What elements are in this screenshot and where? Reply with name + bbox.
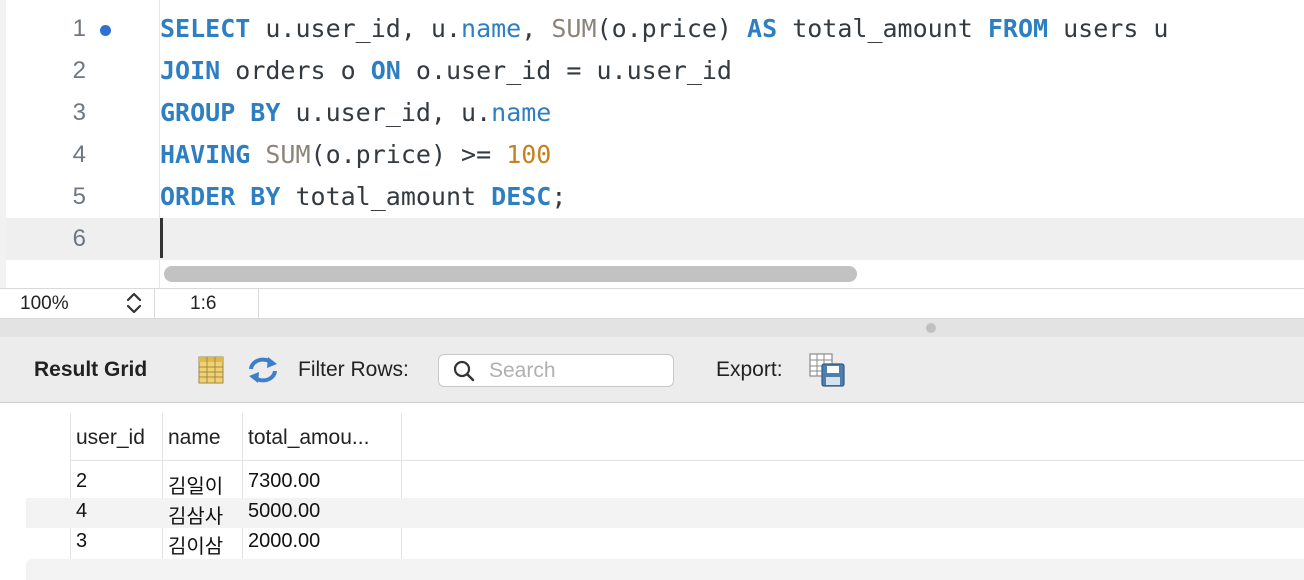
line-number: 5 [72,183,86,210]
code-text[interactable]: JOIN orders o ON o.user_id = u.user_id [160,50,732,92]
editor-line[interactable]: 2 JOIN orders o ON o.user_id = u.user_id [6,50,1304,92]
editor-status-bar: 100% 1:6 [0,288,1304,319]
code-token: ON [370,56,401,85]
editor-line[interactable]: 6 [6,218,1304,260]
code-token: GROUP BY [160,98,281,127]
code-token: SUM [551,14,597,43]
column-header-name[interactable]: name [168,426,244,450]
panel-splitter[interactable] [0,319,1304,337]
code-token: AS [747,14,778,43]
code-token: ORDER BY [160,182,281,211]
cell-name[interactable]: 김이삼 [168,530,223,559]
code-token: , [521,14,552,43]
code-token: DESC [491,182,552,211]
code-text[interactable]: ORDER BY total_amount DESC; [160,176,566,218]
statement-marker-icon[interactable] [100,25,111,36]
line-number: 1 [72,15,86,42]
code-token: SUM [265,140,311,169]
splitter-handle[interactable] [926,323,936,333]
code-token: total_amount [280,182,492,211]
table-row[interactable]: 3 김이삼 2000.00 [0,528,1304,558]
line-number: 2 [72,57,86,84]
search-icon [453,360,475,382]
cell-total-amount[interactable]: 7300.00 [248,470,320,493]
cell-user-id[interactable]: 3 [76,530,87,553]
line-number: 6 [72,225,86,252]
cursor-position: 1:6 [190,293,217,314]
table-row[interactable]: 2 김일이 7300.00 [0,468,1304,498]
code-text[interactable]: GROUP BY u.user_id, u.name [160,92,551,134]
code-token: name [461,14,522,43]
line-number: 3 [72,99,86,126]
status-divider [258,289,259,319]
zoom-level[interactable]: 100% [20,293,69,315]
search-input[interactable] [489,358,664,383]
horizontal-scrollbar-thumb[interactable] [164,266,857,282]
empty-row [26,559,1304,580]
column-header-user-id[interactable]: user_id [76,426,160,450]
grid-header: user_id name total_amou... [70,413,1304,461]
table-row[interactable]: 4 김삼사 5000.00 [26,498,1304,528]
line-number: 4 [72,141,86,168]
result-grid[interactable]: user_id name total_amou... 2 김일이 7300.00… [0,403,1304,580]
code-text[interactable]: SELECT u.user_id, u.name, SUM(o.price) A… [160,8,1169,50]
cell-name[interactable]: 김삼사 [168,500,223,529]
code-token: JOIN [160,56,221,85]
code-token: 100 [506,140,552,169]
status-divider [154,289,155,319]
code-token: total_amount [777,14,988,43]
filter-rows-label: Filter Rows: [298,358,409,381]
column-header-total-amount[interactable]: total_amou... [248,426,398,450]
grid-view-icon[interactable] [198,356,224,384]
result-grid-label: Result Grid [34,358,148,381]
cell-total-amount[interactable]: 5000.00 [248,500,320,523]
refresh-icon[interactable] [246,355,280,385]
zoom-stepper-icon[interactable] [124,291,144,315]
cell-user-id[interactable]: 4 [76,500,87,523]
export-icon[interactable] [808,352,846,388]
editor-line[interactable]: 1 SELECT u.user_id, u.name, SUM(o.price) … [6,8,1304,50]
code-token: SELECT [160,14,251,43]
cell-name[interactable]: 김일이 [168,470,223,499]
text-cursor [160,218,163,258]
code-token: ; [551,182,567,211]
editor-line[interactable]: 5 ORDER BY total_amount DESC; [6,176,1304,218]
code-token: o.user_id = u.user_id [400,56,732,85]
code-token: (o.price) >= [310,140,507,169]
code-token: HAVING [160,140,251,169]
editor-line[interactable]: 4 HAVING SUM(o.price) >= 100 [6,134,1304,176]
cell-user-id[interactable]: 2 [76,470,87,493]
code-token: FROM [987,14,1049,43]
sql-editor[interactable]: 1 SELECT u.user_id, u.name, SUM(o.price) … [0,0,1304,288]
code-token: users u [1048,14,1169,43]
code-token: u.user_id, u. [250,14,462,43]
code-token: u.user_id, u. [280,98,492,127]
code-text[interactable]: HAVING SUM(o.price) >= 100 [160,134,551,176]
filter-search-box[interactable] [438,354,674,387]
editor-line[interactable]: 3 GROUP BY u.user_id, u.name [6,92,1304,134]
code-token: orders o [220,56,371,85]
result-toolbar: Result Grid Filter Rows: Export: [0,337,1304,403]
cell-total-amount[interactable]: 2000.00 [248,530,320,553]
code-token: (o.price) [596,14,748,43]
code-token: name [491,98,552,127]
export-label: Export: [716,358,783,381]
